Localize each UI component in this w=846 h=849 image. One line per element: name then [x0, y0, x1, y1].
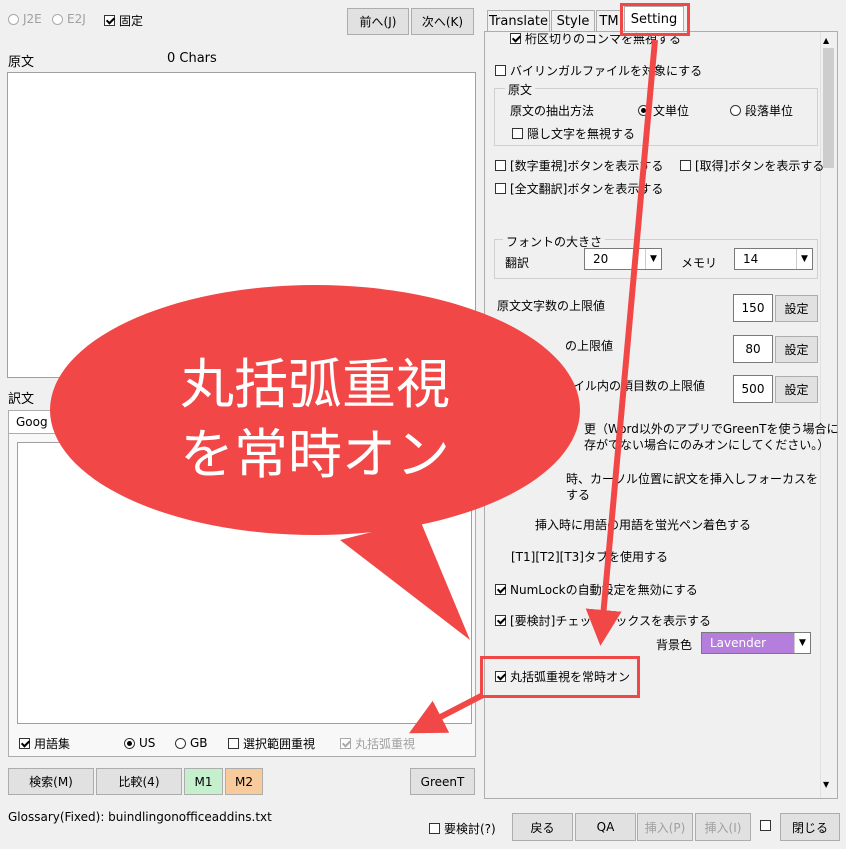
callout-line1: 丸括弧重視: [180, 353, 450, 416]
callout-line2: を常時オン: [180, 423, 450, 486]
arrow-to-setting: [585, 39, 658, 646]
callout-text: 丸括弧重視 を常時オン: [95, 350, 535, 490]
arrow-to-paren: [409, 692, 485, 734]
